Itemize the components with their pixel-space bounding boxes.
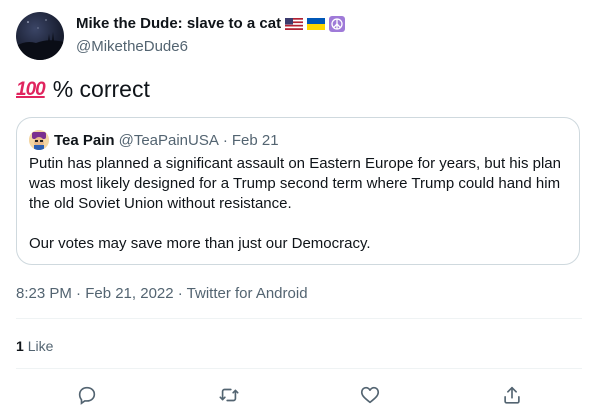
author-display-name[interactable]: Mike the Dude: slave to a cat	[76, 15, 281, 32]
quoted-author-handle[interactable]: @TeaPainUSA	[119, 132, 219, 149]
quoted-author-avatar[interactable]	[29, 130, 49, 150]
retweet-icon[interactable]	[218, 384, 240, 406]
quoted-author-name[interactable]: Tea Pain	[54, 132, 115, 149]
tweet-text-body: % correct	[52, 76, 150, 102]
divider	[16, 318, 582, 319]
share-icon[interactable]	[501, 384, 523, 406]
tweet-text: 100 % correct	[16, 76, 150, 103]
author-avatar[interactable]	[16, 12, 64, 60]
author-name-row[interactable]: Mike the Dude: slave to a cat	[76, 15, 346, 32]
likes-label: Like	[27, 338, 54, 354]
us-flag-icon	[285, 17, 304, 30]
quoted-paragraph-2: Our votes may save more than just our De…	[29, 235, 371, 252]
ukraine-flag-icon	[307, 17, 326, 30]
quoted-separator: ·	[222, 131, 228, 149]
quoted-date[interactable]: Feb 21	[232, 132, 279, 149]
action-bar	[0, 380, 598, 412]
reply-icon[interactable]	[76, 384, 98, 406]
hundred-points-icon: 100	[16, 78, 46, 100]
peace-symbol-icon	[329, 15, 346, 32]
likes-count[interactable]: 1 Like	[16, 338, 53, 354]
author-handle[interactable]: @MiketheDude6	[76, 38, 188, 55]
tweet-timestamp[interactable]: 8:23 PM · Feb 21, 2022 · Twitter for And…	[16, 285, 308, 302]
quoted-paragraph-1: Putin has planned a significant assault …	[29, 155, 561, 212]
quoted-tweet[interactable]: Tea Pain @TeaPainUSA · Feb 21 Putin has …	[16, 117, 580, 265]
heart-icon[interactable]	[359, 384, 381, 406]
likes-number: 1	[16, 338, 24, 354]
divider	[16, 368, 582, 369]
quoted-tweet-header: Tea Pain @TeaPainUSA · Feb 21	[29, 130, 279, 150]
quoted-tweet-body: Putin has planned a significant assault …	[29, 154, 569, 254]
